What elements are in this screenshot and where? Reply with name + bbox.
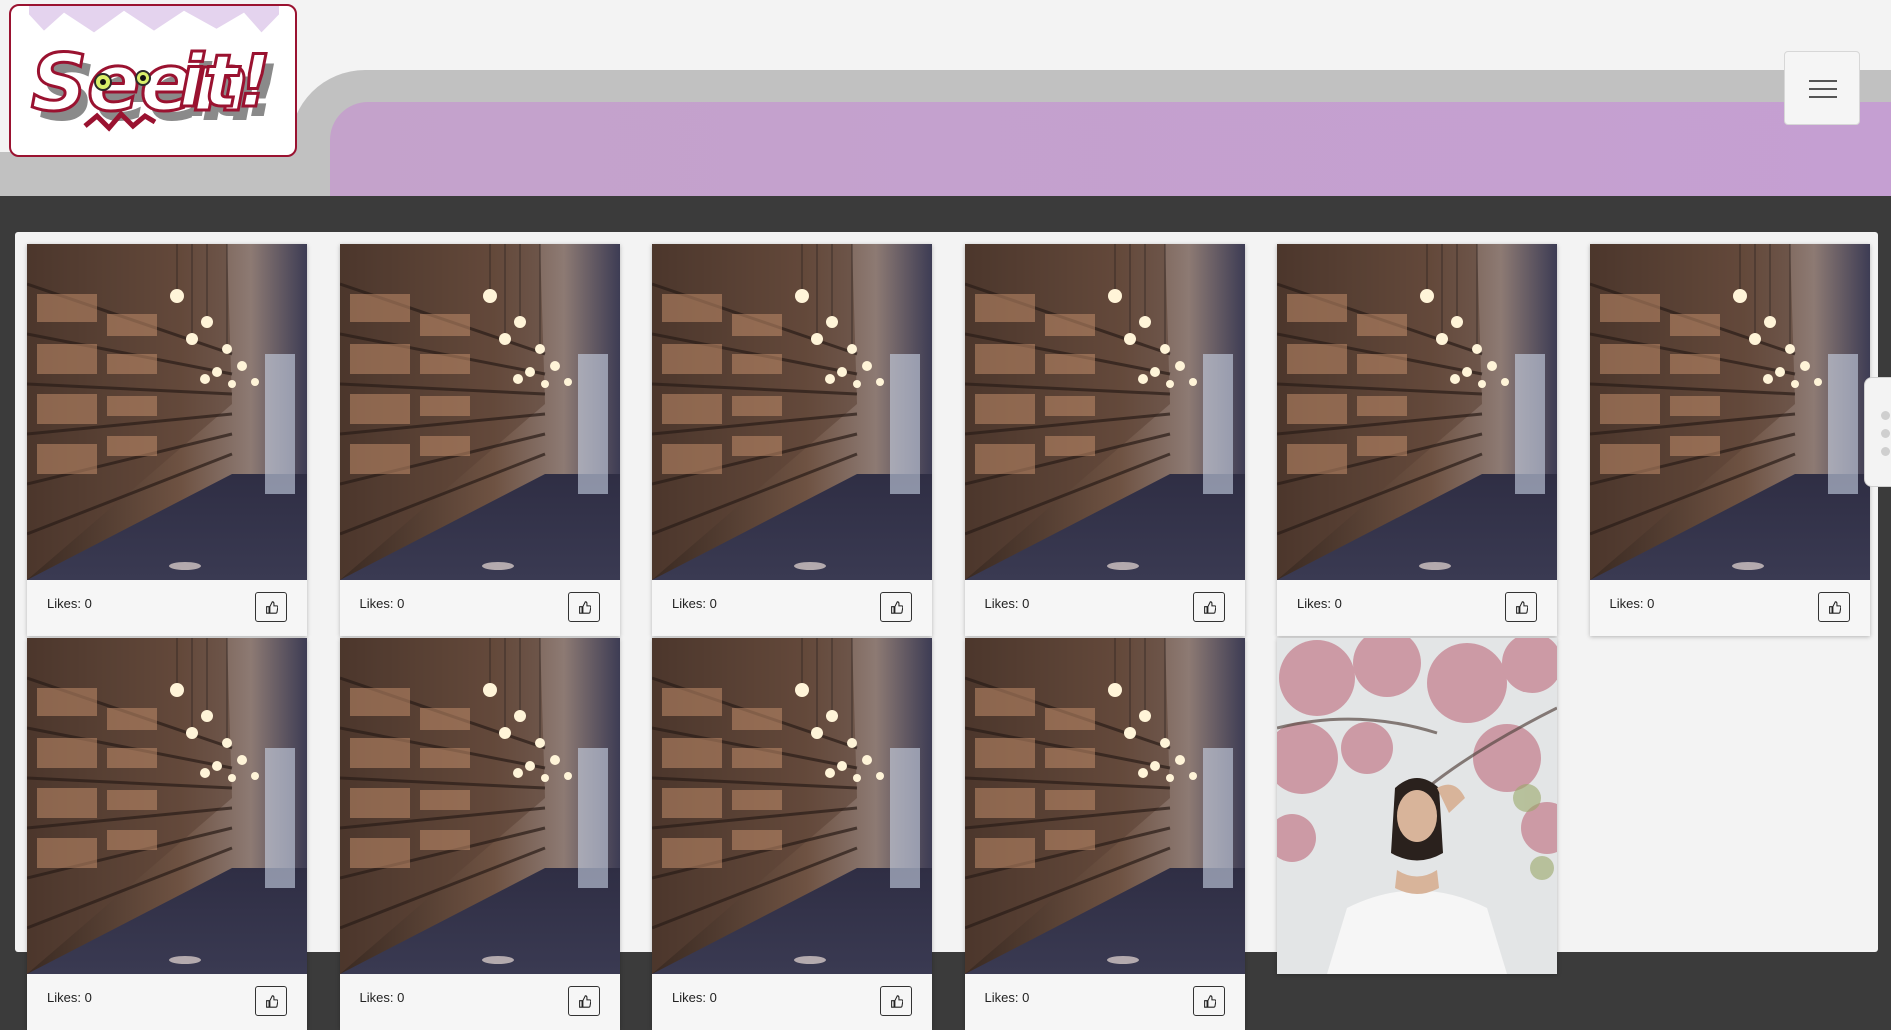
likes-count: Likes: 0 xyxy=(47,990,92,1005)
menu-button[interactable] xyxy=(1784,51,1860,125)
likes-count: Likes: 0 xyxy=(984,596,1030,611)
image-card: Likes: 0 xyxy=(652,244,932,636)
library-photo[interactable] xyxy=(964,244,1245,580)
card-footer: Likes: 0 xyxy=(964,974,1245,1030)
likes-count: Likes: 0 xyxy=(1609,596,1655,611)
card-footer: Likes: 0 xyxy=(339,580,620,636)
image-card: Likes: 0 xyxy=(339,244,620,636)
library-photo[interactable] xyxy=(27,638,307,974)
like-button[interactable] xyxy=(255,592,287,622)
library-photo[interactable] xyxy=(1589,244,1870,580)
card-footer: Likes: 0 xyxy=(339,974,620,1030)
image-card: Likes: 0 xyxy=(1589,244,1870,636)
library-photo[interactable] xyxy=(339,638,620,974)
seen-it-logo-icon: Seen it! Seen it! xyxy=(30,38,279,140)
card-footer: Likes: 0 xyxy=(27,974,307,1030)
like-button[interactable] xyxy=(567,986,600,1016)
blossom-photo[interactable] xyxy=(1277,638,1557,974)
library-photo[interactable] xyxy=(652,638,932,974)
image-card: Likes: 0 xyxy=(339,638,620,1030)
site-logo[interactable]: Seen it! Seen it! xyxy=(9,4,297,157)
likes-count: Likes: 0 xyxy=(672,990,717,1005)
library-photo[interactable] xyxy=(339,244,620,580)
image-card: Likes: 0 xyxy=(27,244,307,636)
hamburger-menu-icon xyxy=(1809,80,1837,82)
likes-count: Likes: 0 xyxy=(984,990,1030,1005)
header-grey-band-left xyxy=(0,152,330,196)
handle-dot xyxy=(1881,429,1890,438)
like-button[interactable] xyxy=(255,986,287,1016)
library-photo[interactable] xyxy=(1277,244,1557,580)
card-footer: Likes: 0 xyxy=(1277,580,1557,636)
likes-count: Likes: 0 xyxy=(359,990,405,1005)
card-footer: Likes: 0 xyxy=(652,974,932,1030)
library-photo[interactable] xyxy=(964,638,1245,974)
card-footer: Likes: 0 xyxy=(652,580,932,636)
like-button[interactable] xyxy=(1192,986,1225,1016)
card-footer: Likes: 0 xyxy=(27,580,307,636)
card-footer: Likes: 0 xyxy=(1589,580,1870,636)
like-button[interactable] xyxy=(1505,592,1537,622)
library-photo[interactable] xyxy=(27,244,307,580)
image-card: Likes: 0 xyxy=(964,244,1245,636)
handle-dot xyxy=(1881,411,1890,420)
site-header: Seen it! Seen it! xyxy=(0,0,1891,196)
image-card: Likes: 0 xyxy=(964,638,1245,1030)
side-panel-handle[interactable] xyxy=(1864,377,1891,487)
image-card: Likes: 0 xyxy=(1277,244,1557,636)
likes-count: Likes: 0 xyxy=(47,596,92,611)
image-gallery: Likes: 0 Likes: 0 Likes: 0 Likes: 0 Like… xyxy=(15,232,1878,1030)
image-card: Likes: 0 xyxy=(652,638,932,1030)
like-button[interactable] xyxy=(567,592,600,622)
like-button[interactable] xyxy=(880,592,912,622)
image-card xyxy=(1277,638,1557,974)
hamburger-menu-icon-bar xyxy=(1809,88,1837,90)
like-button[interactable] xyxy=(1817,592,1850,622)
header-purple-band xyxy=(330,102,1891,196)
like-button[interactable] xyxy=(1192,592,1225,622)
library-photo[interactable] xyxy=(652,244,932,580)
svg-text:it!: it! xyxy=(179,39,271,123)
hamburger-menu-icon-bar xyxy=(1809,96,1837,98)
handle-dot xyxy=(1881,447,1890,456)
likes-count: Likes: 0 xyxy=(359,596,405,611)
likes-count: Likes: 0 xyxy=(672,596,717,611)
card-footer: Likes: 0 xyxy=(964,580,1245,636)
like-button[interactable] xyxy=(880,986,912,1016)
image-card: Likes: 0 xyxy=(27,638,307,1030)
likes-count: Likes: 0 xyxy=(1297,596,1342,611)
